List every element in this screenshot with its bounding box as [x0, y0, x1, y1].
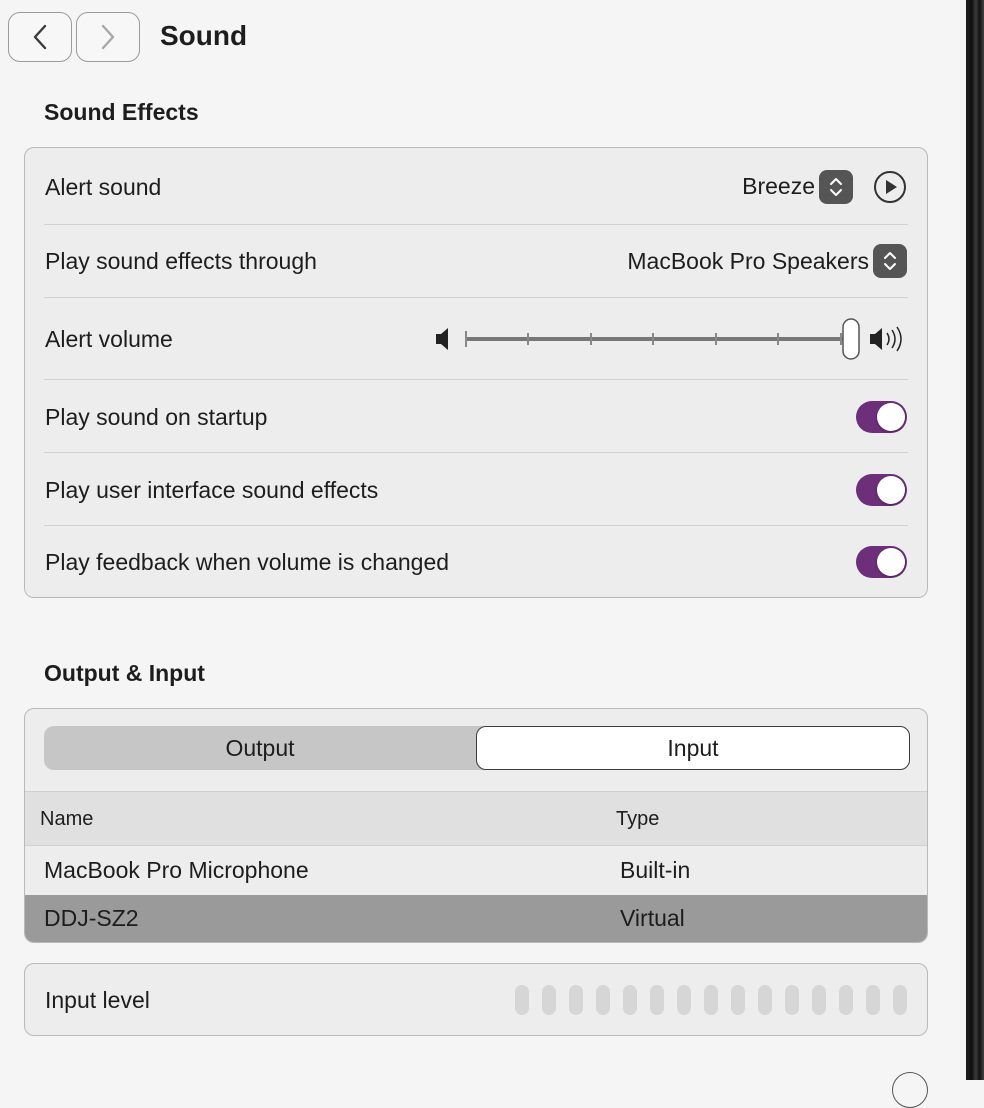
- device-table-header: Name Type: [25, 791, 927, 846]
- input-level-bar: [866, 984, 880, 1015]
- tab-output[interactable]: Output: [44, 726, 476, 770]
- startup-label: Play sound on startup: [45, 403, 268, 430]
- tab-input[interactable]: Input: [476, 726, 910, 770]
- alert-sound-value[interactable]: Breeze: [742, 173, 815, 200]
- feedback-toggle[interactable]: [856, 546, 907, 578]
- input-level-bar: [839, 984, 853, 1015]
- play-through-row: Play sound effects through MacBook Pro S…: [25, 225, 927, 297]
- back-button[interactable]: [8, 12, 72, 62]
- alert-sound-row: Alert sound Breeze: [25, 148, 927, 225]
- page-title: Sound: [160, 20, 248, 51]
- input-level-row: Input level: [25, 964, 927, 1035]
- speaker-low-icon: [436, 328, 448, 350]
- section-title-sound-effects: Sound Effects: [44, 99, 199, 125]
- stepper-icon: [830, 177, 842, 196]
- input-level-bar: [677, 984, 691, 1015]
- desktop-background-edge: [966, 0, 984, 1080]
- alert-volume-slider[interactable]: [430, 317, 910, 361]
- startup-toggle[interactable]: [856, 400, 907, 433]
- toggle-knob: [877, 475, 905, 504]
- ui-effects-row: Play user interface sound effects: [25, 453, 927, 526]
- input-level-bar: [893, 984, 907, 1015]
- toggle-knob: [877, 402, 905, 431]
- chevron-right-icon: [101, 24, 115, 50]
- column-header-name[interactable]: Name: [40, 808, 93, 831]
- speaker-high-icon: [870, 326, 902, 352]
- device-type: Virtual: [620, 905, 685, 931]
- table-row[interactable]: MacBook Pro Microphone Built-in: [25, 847, 927, 895]
- input-level-bar: [623, 984, 637, 1015]
- ui-effects-label: Play user interface sound effects: [45, 476, 379, 503]
- input-level-bar: [596, 984, 610, 1015]
- input-level-bar: [515, 984, 529, 1015]
- input-level-bar: [542, 984, 556, 1015]
- play-through-value[interactable]: MacBook Pro Speakers: [627, 248, 869, 275]
- input-level-bar: [758, 984, 772, 1015]
- help-button[interactable]: [892, 1072, 928, 1108]
- alert-volume-row: Alert volume: [25, 298, 927, 380]
- forward-button[interactable]: [76, 12, 140, 62]
- section-title-output-input: Output & Input: [44, 660, 205, 686]
- feedback-row: Play feedback when volume is changed: [25, 526, 927, 598]
- toggle-knob: [877, 548, 905, 576]
- startup-row: Play sound on startup: [25, 380, 927, 453]
- device-type: Built-in: [620, 857, 691, 883]
- input-level-bar: [731, 984, 745, 1015]
- feedback-label: Play feedback when volume is changed: [45, 549, 450, 575]
- input-level-meter: [515, 984, 907, 1015]
- play-icon[interactable]: [873, 170, 907, 204]
- ui-effects-toggle[interactable]: [856, 473, 907, 506]
- output-input-segmented-control: Output Input: [44, 726, 910, 770]
- alert-sound-popup-button[interactable]: [819, 169, 853, 204]
- input-level-bar: [785, 984, 799, 1015]
- play-through-label: Play sound effects through: [45, 248, 317, 274]
- input-level-bar: [812, 984, 826, 1015]
- column-header-type[interactable]: Type: [616, 808, 659, 831]
- alert-sound-label: Alert sound: [45, 173, 162, 200]
- alert-volume-slider-thumb: [842, 318, 860, 360]
- stepper-icon: [884, 252, 896, 270]
- input-level-label: Input level: [45, 986, 150, 1013]
- output-input-group: Output Input Name Type MacBook Pro Micro…: [24, 708, 928, 943]
- device-name: DDJ-SZ2: [44, 905, 139, 931]
- input-level-bar: [650, 984, 664, 1015]
- input-level-bar: [569, 984, 583, 1015]
- device-name: MacBook Pro Microphone: [44, 857, 309, 883]
- input-level-bar: [704, 984, 718, 1015]
- table-row-selected[interactable]: DDJ-SZ2 Virtual: [25, 895, 927, 942]
- chevron-left-icon: [33, 24, 47, 50]
- sound-effects-group: Alert sound Breeze Play sound effects th…: [24, 147, 928, 598]
- play-through-popup-button[interactable]: [873, 244, 907, 278]
- input-level-group: Input level: [24, 963, 928, 1036]
